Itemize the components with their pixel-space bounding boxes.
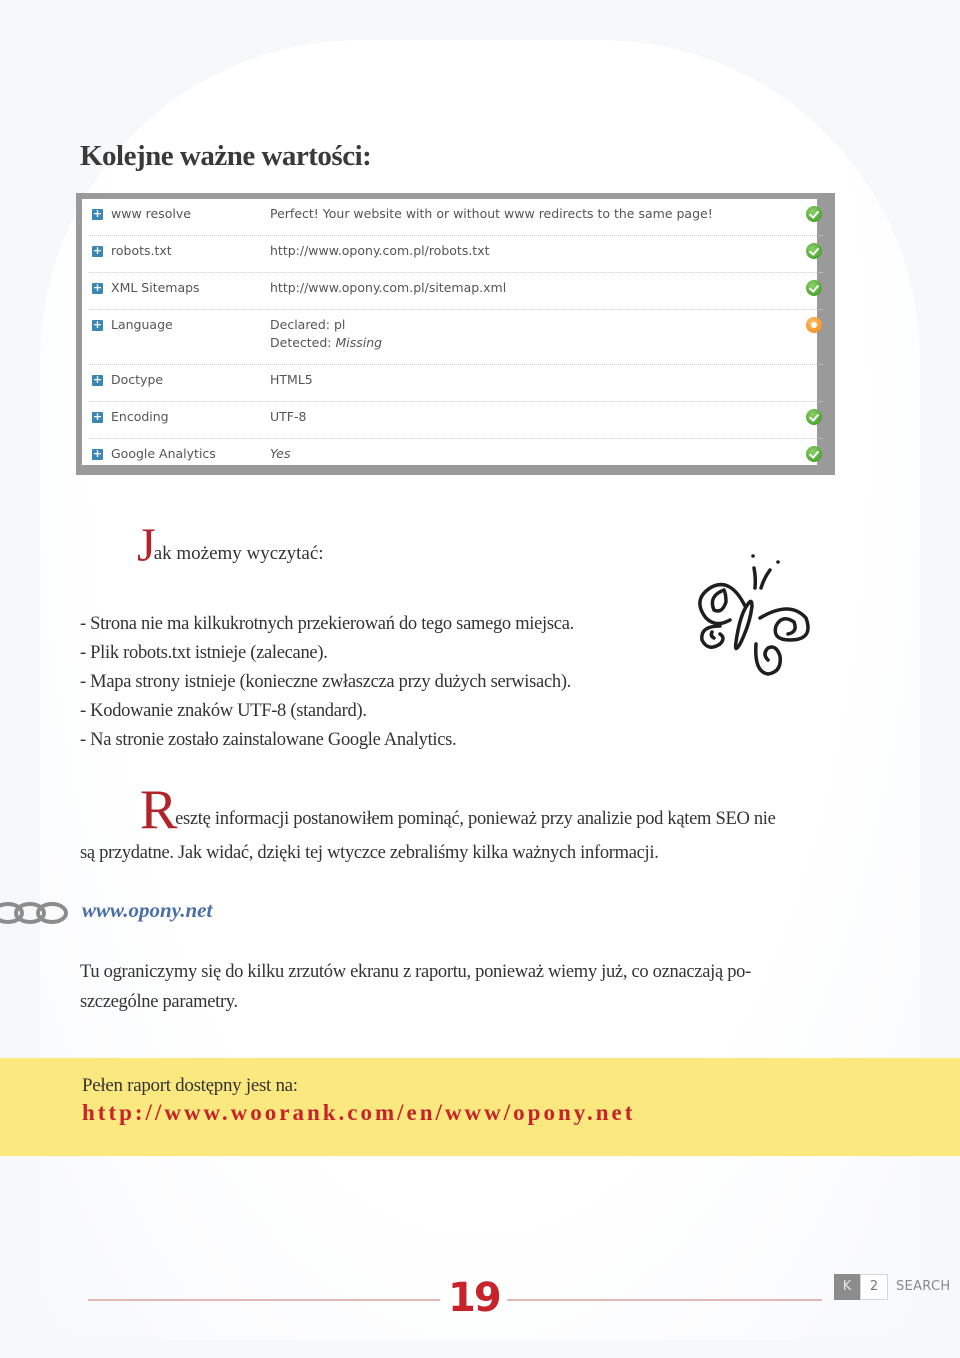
footer-divider-left (88, 1299, 440, 1301)
list-item: - Mapa strony istnieje (konieczne zwłasz… (80, 672, 571, 692)
row-value: Declared: pl Detected: Missing (270, 316, 382, 352)
row-value: HTML5 (270, 372, 313, 387)
language-detected-value: Missing (335, 335, 383, 350)
warning-icon (806, 317, 822, 333)
report-row-www-resolve: + www resolve Perfect! Your website with… (88, 199, 823, 236)
paragraph-line: Tu ograniczymy się do kilku zrzutów ekra… (80, 962, 751, 982)
check-ok-icon (806, 243, 822, 259)
check-ok-icon (806, 409, 822, 425)
document-page: Kolejne ważne wartości: + www resolve Pe… (0, 0, 960, 1358)
report-screenshot-frame: + www resolve Perfect! Your website with… (76, 193, 835, 475)
pager-k-button[interactable]: K (834, 1274, 860, 1300)
check-ok-icon (806, 206, 822, 222)
page-number: 19 (448, 1275, 502, 1321)
paragraph-text: esztę informacji postanowiłem pominąć, p… (175, 809, 776, 829)
row-value: http://www.opony.com.pl/sitemap.xml (270, 280, 507, 295)
site-link[interactable]: www.opony.net (82, 898, 212, 923)
row-label: Google Analytics (111, 446, 216, 461)
pager-search-button[interactable]: SEARCH (896, 1274, 950, 1300)
check-ok-icon (806, 280, 822, 296)
list-item: - Na stronie zostało zainstalowane Googl… (80, 730, 457, 750)
paragraph-report-intro: Tu ograniczymy się do kilku zrzutów ekra… (80, 957, 820, 1017)
banner-label: Pełen raport dostępny jest na: (82, 1075, 298, 1096)
dropcap-letter: R (140, 779, 178, 841)
row-value: UTF-8 (270, 409, 307, 424)
analytics-value: Yes (270, 446, 291, 461)
list-item: - Plik robots.txt istnieje (zalecane). (80, 643, 328, 663)
row-label: Encoding (111, 409, 169, 424)
report-row-xml-sitemaps: + XML Sitemaps http://www.opony.com.pl/s… (88, 273, 823, 310)
expand-plus-icon[interactable]: + (92, 411, 103, 423)
language-declared: Declared: pl (270, 317, 346, 332)
row-label: www resolve (111, 206, 191, 221)
expand-plus-icon[interactable]: + (92, 319, 103, 331)
footer-divider-right (507, 1299, 822, 1301)
expand-plus-icon[interactable]: + (92, 448, 103, 460)
row-value: Yes (270, 445, 290, 463)
pager-page-button[interactable]: 2 (860, 1274, 888, 1300)
pager-controls: K 2 SEARCH (834, 1274, 950, 1300)
expand-plus-icon[interactable]: + (92, 208, 103, 220)
conclusion-list: - Strona nie ma kilkukrotnych przekierow… (80, 610, 574, 755)
paragraph-line: Resztę informacji postanowiłem pominąć, … (80, 782, 820, 838)
row-label: robots.txt (111, 243, 172, 258)
language-detected-label: Detected: (270, 335, 336, 350)
paragraph-line: są przydatne. Jak widać, dzięki tej wtyc… (80, 843, 659, 863)
report-row-robots: + robots.txt http://www.opony.com.pl/rob… (88, 236, 823, 273)
section-title: Kolejne ważne wartości: (80, 140, 372, 172)
report-row-language: + Language Declared: pl Detected: Missin… (88, 310, 823, 365)
check-ok-icon (806, 446, 822, 462)
conclusion-heading: Jak możemy wyczytać: (137, 522, 324, 570)
butterfly-icon (698, 554, 810, 676)
row-value: http://www.opony.com.pl/robots.txt (270, 243, 490, 258)
expand-plus-icon[interactable]: + (92, 245, 103, 257)
report-row-google-analytics: + Google Analytics Yes (88, 439, 823, 465)
row-label: Doctype (111, 372, 164, 387)
report-row-doctype: + Doctype HTML5 (88, 365, 823, 402)
seo-report-table: + www resolve Perfect! Your website with… (82, 199, 823, 465)
row-label: XML Sitemaps (111, 280, 200, 295)
row-value: Perfect! Your website with or without ww… (270, 206, 713, 221)
row-label: Language (111, 317, 173, 332)
chain-link-icon (0, 902, 68, 924)
expand-plus-icon[interactable]: + (92, 374, 103, 386)
expand-plus-icon[interactable]: + (92, 282, 103, 294)
report-url-link[interactable]: http://www.woorank.com/en/www/opony.net (82, 1100, 635, 1126)
list-item: - Strona nie ma kilkukrotnych przekierow… (80, 614, 574, 634)
paragraph-line: szczególne parametry. (80, 992, 238, 1012)
heading-text: ak możemy wyczytać: (153, 543, 324, 564)
list-item: - Kodowanie znaków UTF-8 (standard). (80, 701, 367, 721)
report-row-encoding: + Encoding UTF-8 (88, 402, 823, 439)
paragraph-summary: Resztę informacji postanowiłem pominąć, … (80, 782, 820, 868)
